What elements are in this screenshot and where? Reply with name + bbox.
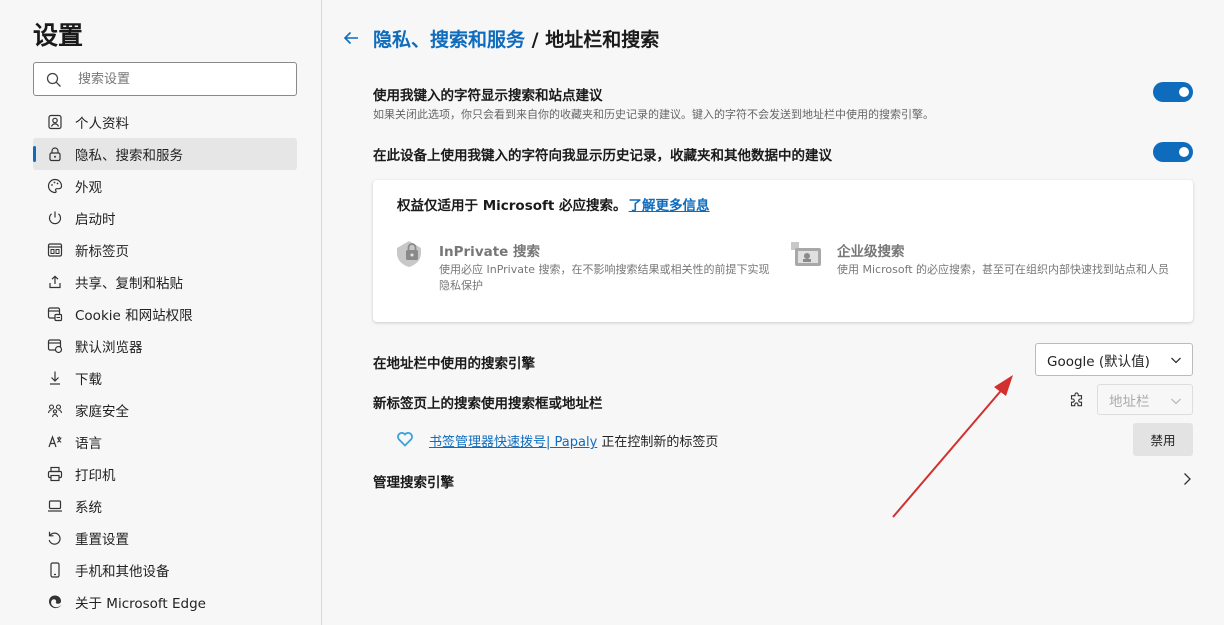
inprivate-search-icon (397, 241, 421, 267)
settings-sidebar: 设置 个人资料 隐私、搜索和服务 外观 启动时 新标签页 共享、复制和粘贴 (0, 0, 322, 625)
disable-extension-button[interactable]: 禁用 (1133, 423, 1193, 456)
sidebar-item-family[interactable]: 家庭安全 (33, 394, 297, 426)
sidebar-item-label: 共享、复制和粘贴 (75, 276, 183, 292)
extension-link[interactable]: 书签管理器快速拨号| Papaly (429, 435, 597, 450)
back-arrow-icon[interactable] (341, 28, 361, 48)
breadcrumb-parent-link[interactable]: 隐私、搜索和服务 (373, 29, 525, 51)
enterprise-search-icon (791, 242, 821, 266)
sidebar-item-languages[interactable]: 语言 (33, 426, 297, 458)
sidebar-item-system[interactable]: 系统 (33, 490, 297, 522)
inprivate-search-description: 使用必应 InPrivate 搜索，在不影响搜索结果或相关性的前提下实现隐私保护 (439, 263, 770, 292)
sidebar-item-label: 关于 Microsoft Edge (75, 596, 206, 612)
chevron-down-icon (1171, 357, 1181, 364)
search-input[interactable] (78, 69, 288, 89)
sidebar-item-startup[interactable]: 启动时 (33, 202, 297, 234)
suggest-setting-description: 如果关闭此选项，你只会看到来自你的收藏夹和历史记录的建议。键入的字符不会发送到地… (373, 108, 934, 121)
default-browser-icon (47, 338, 63, 354)
sidebar-item-reset[interactable]: 重置设置 (33, 522, 297, 554)
card-heading-text: 权益仅适用于 Microsoft 必应搜索。 (397, 198, 627, 214)
manage-search-engines-row[interactable]: 管理搜索引擎 (373, 471, 1193, 491)
history-toggle[interactable] (1153, 142, 1193, 162)
printer-icon (47, 466, 63, 482)
sidebar-item-printers[interactable]: 打印机 (33, 458, 297, 490)
sidebar-item-label: 外观 (75, 180, 102, 196)
chevron-down-icon (1171, 398, 1181, 405)
reset-icon (47, 530, 63, 546)
enterprise-search-title: 企业级搜索 (837, 244, 905, 260)
search-icon (46, 72, 61, 87)
search-engine-label: 在地址栏中使用的搜索引擎 (373, 356, 535, 372)
bing-benefits-card: 权益仅适用于 Microsoft 必应搜索。 了解更多信息 InPrivate 搜… (373, 180, 1193, 322)
inprivate-search-title: InPrivate 搜索 (439, 244, 541, 260)
card-heading: 权益仅适用于 Microsoft 必应搜索。 了解更多信息 (397, 194, 710, 214)
sidebar-item-phone[interactable]: 手机和其他设备 (33, 554, 297, 586)
sidebar-item-cookies[interactable]: Cookie 和网站权限 (33, 298, 297, 330)
breadcrumb-separator: / (525, 29, 546, 51)
sidebar-item-appearance[interactable]: 外观 (33, 170, 297, 202)
sidebar-item-label: 默认浏览器 (75, 340, 143, 356)
page-title: 地址栏和搜索 (545, 29, 660, 51)
extension-control-notice: 书签管理器快速拨号| Papaly 正在控制新的标签页 (429, 431, 718, 450)
sidebar-item-label: 下载 (75, 372, 102, 388)
sidebar-item-new-tab[interactable]: 新标签页 (33, 234, 297, 266)
enterprise-search-description: 使用 Microsoft 的必应搜索，甚至可在组织内部快速找到站点和人员 (837, 263, 1170, 276)
sidebar-item-label: 启动时 (75, 212, 116, 228)
sidebar-item-label: 打印机 (75, 468, 116, 484)
profile-icon (47, 114, 63, 130)
sidebar-item-label: 个人资料 (75, 116, 129, 132)
new-tab-icon (47, 242, 63, 258)
edge-logo-icon (47, 594, 63, 610)
settings-main: 隐私、搜索和服务 / 地址栏和搜索 使用我键入的字符显示搜索和站点建议 如果关闭… (323, 0, 1224, 625)
search-box[interactable] (33, 62, 297, 96)
share-icon (47, 274, 63, 290)
sidebar-item-label: Cookie 和网站权限 (75, 308, 193, 324)
sidebar-item-label: 家庭安全 (75, 404, 129, 420)
new-tab-search-label: 新标签页上的搜索使用搜索框或地址栏 (373, 396, 603, 412)
search-engine-value: Google (默认值) (1047, 353, 1150, 370)
extension-puzzle-icon (1070, 392, 1083, 407)
sidebar-item-default-browser[interactable]: 默认浏览器 (33, 330, 297, 362)
lock-icon (47, 146, 63, 162)
download-icon (47, 370, 63, 386)
power-icon (47, 210, 63, 226)
sidebar-item-downloads[interactable]: 下载 (33, 362, 297, 394)
language-icon (47, 434, 63, 450)
search-engine-dropdown[interactable]: Google (默认值) (1035, 343, 1193, 376)
family-icon (47, 402, 63, 418)
learn-more-link[interactable]: 了解更多信息 (629, 198, 710, 214)
phone-icon (47, 562, 63, 578)
site-permissions-icon (47, 306, 63, 322)
palette-icon (47, 178, 63, 194)
sidebar-item-share[interactable]: 共享、复制和粘贴 (33, 266, 297, 298)
chevron-right-icon (1184, 473, 1191, 485)
sidebar-item-label: 系统 (75, 500, 102, 516)
sidebar-item-profile[interactable]: 个人资料 (33, 106, 297, 138)
settings-title: 设置 (33, 21, 84, 50)
sidebar-item-privacy[interactable]: 隐私、搜索和服务 (33, 138, 297, 170)
sidebar-item-label: 新标签页 (75, 244, 129, 260)
manage-search-engines-label: 管理搜索引擎 (373, 475, 454, 491)
new-tab-search-dropdown: 地址栏 (1097, 384, 1193, 415)
new-tab-search-value: 地址栏 (1109, 393, 1150, 410)
papaly-heart-icon (397, 432, 413, 447)
breadcrumb: 隐私、搜索和服务 / 地址栏和搜索 (373, 25, 659, 52)
sidebar-item-label: 隐私、搜索和服务 (75, 148, 183, 164)
sidebar-item-about[interactable]: 关于 Microsoft Edge (33, 586, 297, 618)
laptop-icon (47, 498, 63, 514)
extension-notice-suffix: 正在控制新的标签页 (597, 435, 719, 450)
suggest-toggle[interactable] (1153, 82, 1193, 102)
sidebar-item-label: 重置设置 (75, 532, 129, 548)
suggest-setting-title: 使用我键入的字符显示搜索和站点建议 (373, 88, 603, 104)
history-setting-title: 在此设备上使用我键入的字符向我显示历史记录，收藏夹和其他数据中的建议 (373, 148, 832, 164)
settings-nav: 个人资料 隐私、搜索和服务 外观 启动时 新标签页 共享、复制和粘贴 Cooki… (33, 106, 297, 618)
sidebar-item-label: 手机和其他设备 (75, 564, 170, 580)
sidebar-item-label: 语言 (75, 436, 102, 452)
